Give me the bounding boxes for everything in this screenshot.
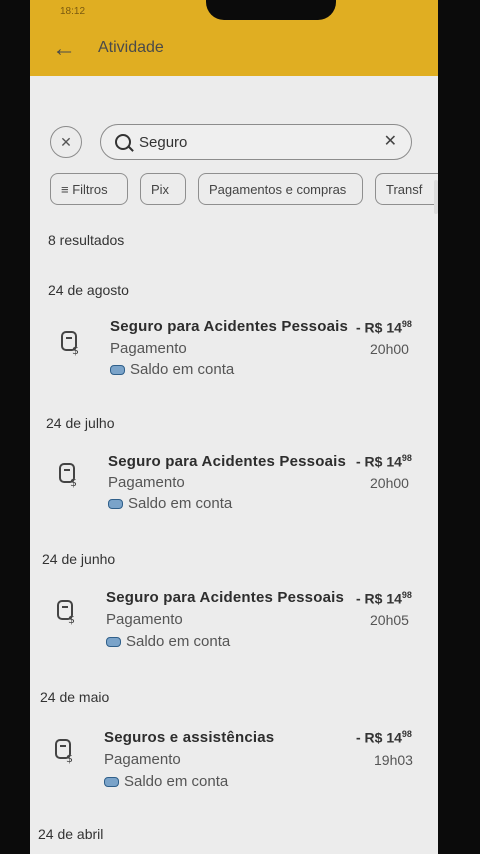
date-header: 24 de abril	[38, 826, 104, 842]
sliders-icon: ≡	[61, 182, 69, 197]
transaction-time: 20h05	[370, 612, 409, 628]
filter-chip-filtros[interactable]: ≡ Filtros	[50, 173, 128, 205]
transaction-type: Pagamento	[106, 611, 183, 628]
transaction-type: Pagamento	[110, 340, 187, 357]
filter-chip-pagamentos[interactable]: Pagamentos e compras	[198, 173, 363, 205]
svg-text:$: $	[66, 752, 73, 764]
wallet-icon	[110, 365, 125, 376]
transaction-source: Saldo em conta	[108, 495, 232, 512]
date-header: 24 de agosto	[48, 282, 129, 298]
wallet-icon	[106, 637, 121, 648]
scrollbar[interactable]	[434, 180, 438, 214]
transaction-source: Saldo em conta	[104, 773, 228, 790]
results-count: 8 resultados	[48, 232, 125, 248]
search-value: Seguro	[139, 134, 188, 151]
transaction-title: Seguros e assistências	[104, 729, 275, 746]
search-input[interactable]: Seguro ✕	[100, 124, 412, 160]
transaction-source: Saldo em conta	[110, 361, 234, 378]
date-header: 24 de junho	[42, 551, 116, 567]
transaction-type: Pagamento	[108, 474, 185, 491]
wallet-icon	[108, 499, 123, 510]
transaction-amount: - R$ 1498	[356, 319, 412, 336]
transaction-amount: - R$ 1498	[356, 729, 412, 746]
bill-icon: $	[59, 463, 77, 488]
screen: 18:12 ← Atividade ✕ Seguro ✕ ≡ Filtros P…	[30, 0, 438, 854]
transaction-time: 19h03	[374, 752, 413, 768]
transaction-amount: - R$ 1498	[356, 590, 412, 607]
date-header: 24 de maio	[40, 689, 110, 705]
svg-text:$: $	[72, 344, 79, 356]
transaction-source: Saldo em conta	[106, 633, 230, 650]
app-bar: 18:12 ← Atividade	[30, 0, 438, 76]
date-header: 24 de julho	[46, 415, 115, 431]
svg-text:$: $	[68, 613, 75, 625]
clear-icon[interactable]: ✕	[384, 131, 397, 151]
status-time: 18:12	[60, 6, 86, 17]
transaction-amount: - R$ 1498	[356, 453, 412, 470]
transaction-title: Seguro para Acidentes Pessoais	[110, 318, 349, 335]
page-title: Atividade	[98, 39, 164, 56]
camera-notch	[206, 0, 336, 20]
filter-chip-pix[interactable]: Pix	[140, 173, 186, 205]
transaction-title: Seguro para Acidentes Pessoais	[106, 589, 345, 606]
close-search-button[interactable]: ✕	[50, 126, 82, 158]
bill-icon: $	[61, 331, 79, 356]
back-arrow-icon[interactable]: ←	[52, 36, 80, 62]
filter-chip-transferencias[interactable]: Transf	[375, 173, 438, 205]
transaction-type: Pagamento	[104, 751, 181, 768]
transaction-time: 20h00	[370, 341, 409, 357]
transaction-title: Seguro para Acidentes Pessoais	[108, 453, 347, 470]
svg-text:$: $	[70, 476, 77, 488]
search-icon	[115, 134, 131, 150]
transaction-time: 20h00	[370, 475, 409, 491]
wallet-icon	[104, 777, 119, 788]
bill-icon: $	[57, 600, 75, 625]
bill-icon: $	[55, 739, 73, 764]
